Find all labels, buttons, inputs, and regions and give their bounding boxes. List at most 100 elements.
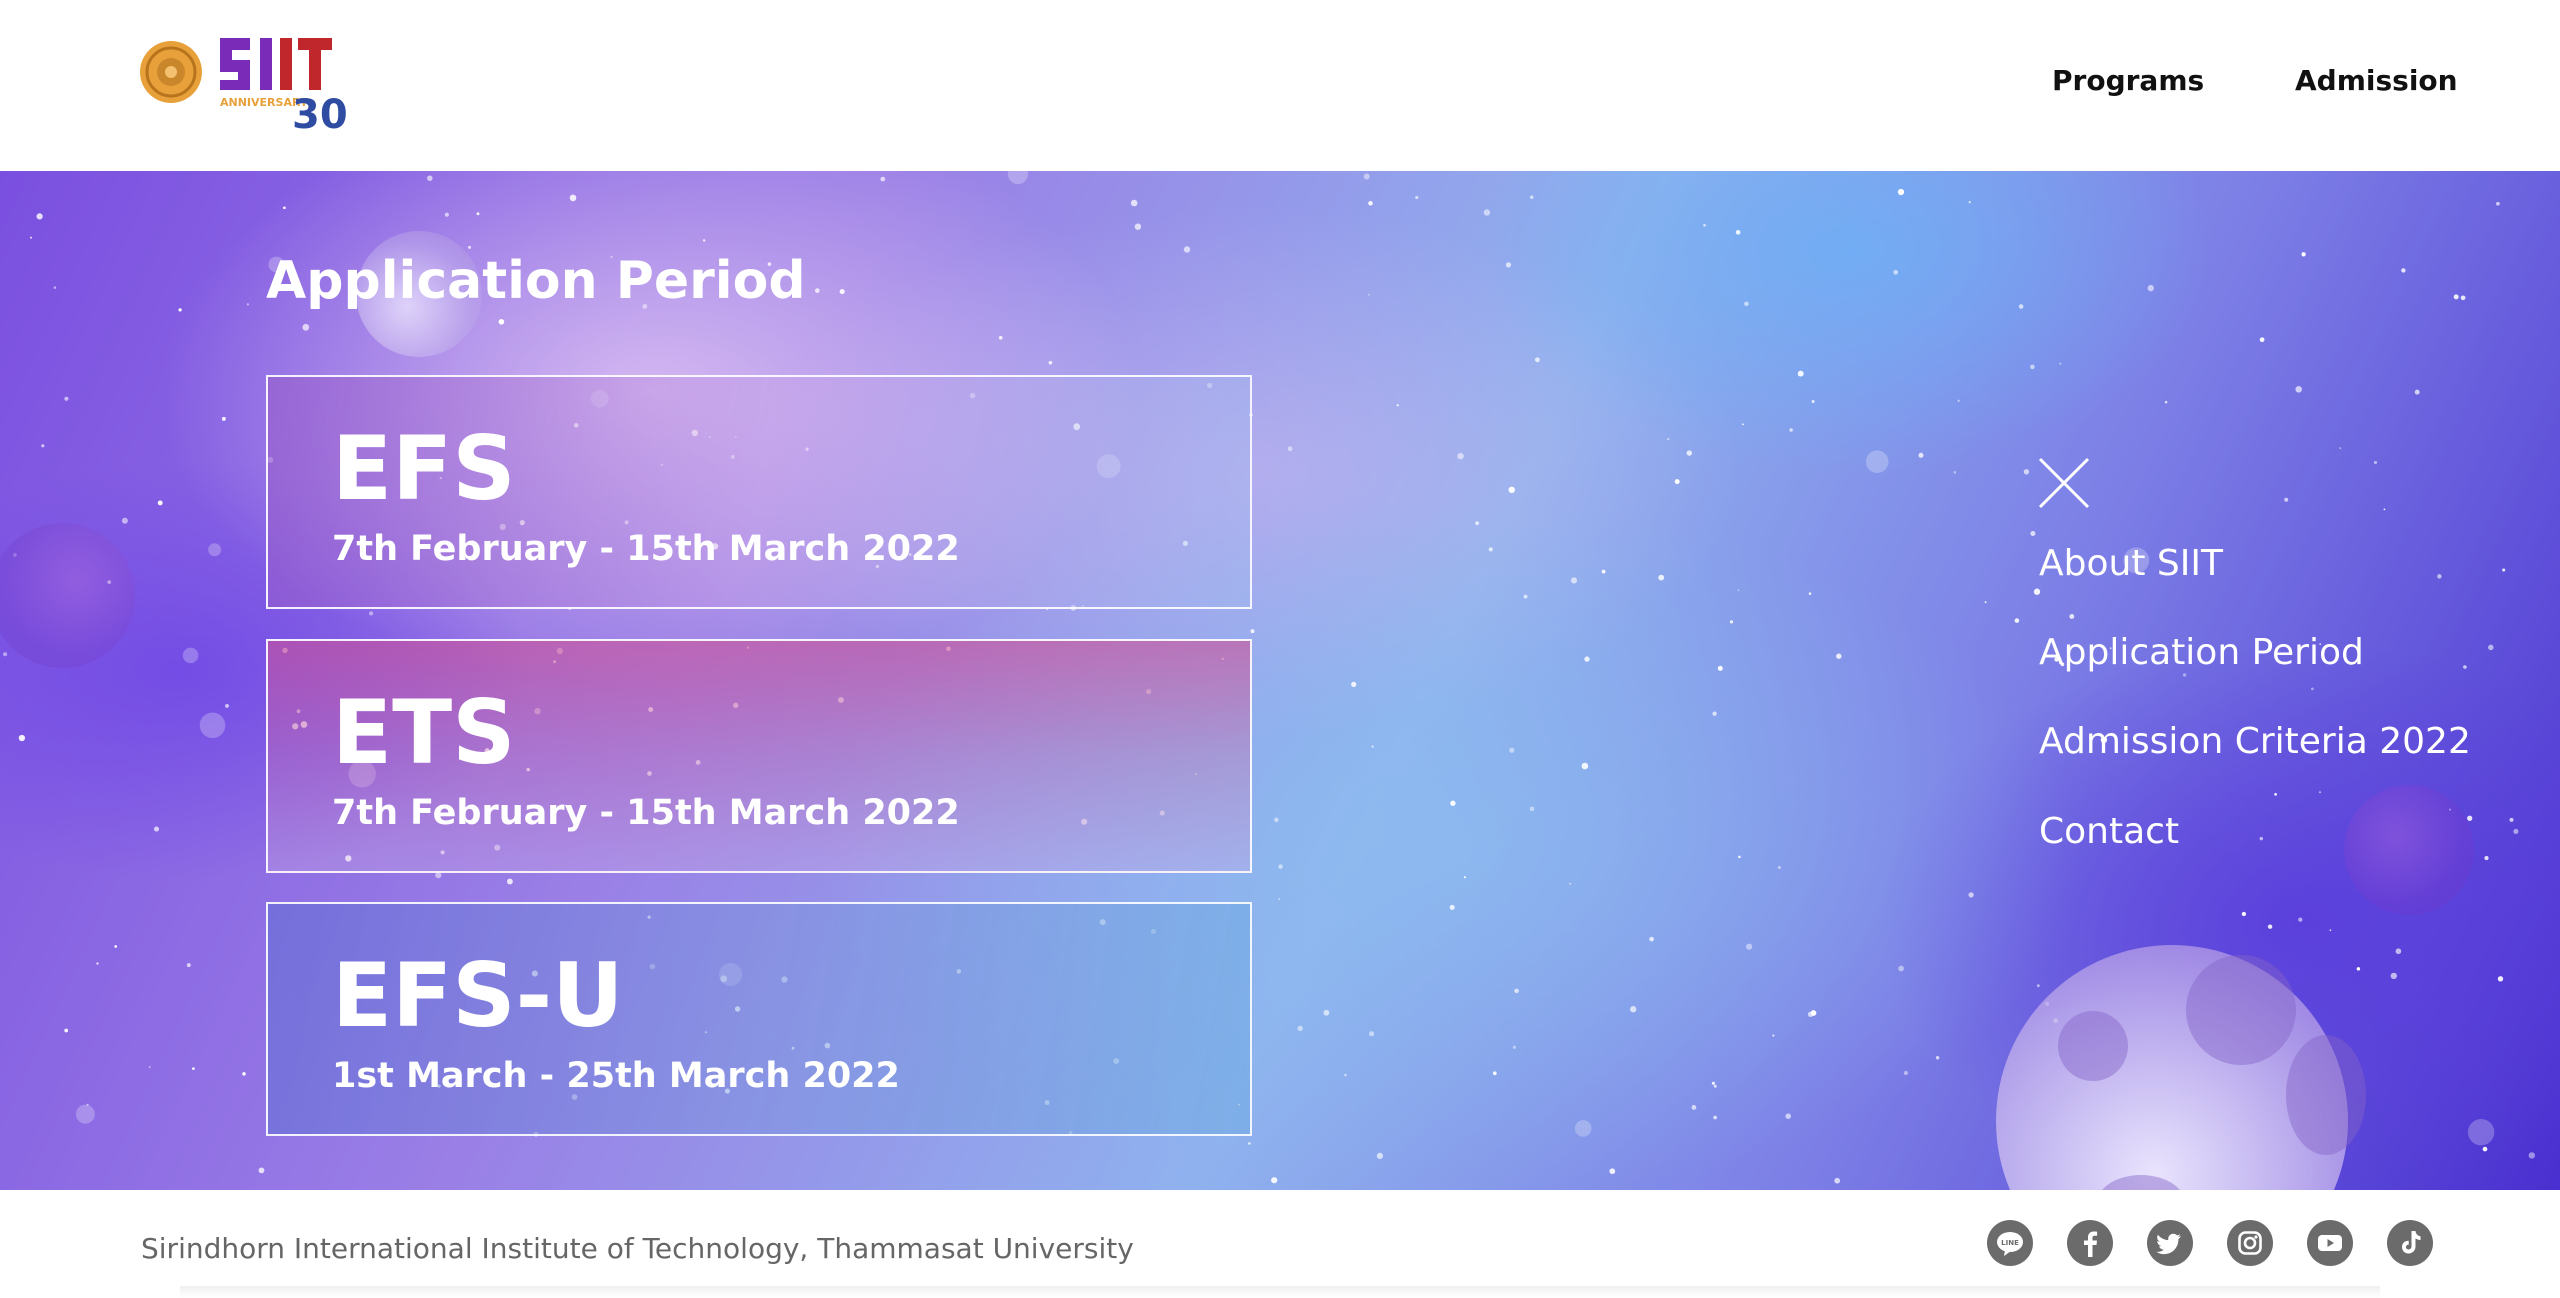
- star-dot: [1609, 1168, 1616, 1175]
- star-dot: [2319, 791, 2321, 793]
- star-dot: [1898, 965, 1904, 972]
- star-glow: [1007, 171, 1029, 185]
- star-dot: [427, 175, 433, 181]
- star-dot: [2259, 836, 2264, 841]
- menu-item-admission-criteria[interactable]: Admission Criteria 2022: [2039, 721, 2471, 762]
- star-dot: [18, 734, 26, 742]
- star-dot: [2509, 817, 2514, 822]
- star-dot: [53, 286, 57, 289]
- star-dot: [2274, 793, 2277, 796]
- siit-anniversary-logo[interactable]: ANNIVERSARY 30: [218, 34, 368, 130]
- facebook-icon[interactable]: [2067, 1220, 2113, 1266]
- star-dot: [1836, 653, 1842, 659]
- star-dot: [1729, 620, 1734, 624]
- twitter-icon[interactable]: [2147, 1220, 2193, 1266]
- menu-item-contact[interactable]: Contact: [2039, 811, 2179, 852]
- star-dot: [64, 396, 69, 401]
- star-dot: [1514, 988, 1519, 994]
- star-dot: [3, 652, 8, 657]
- star-dot: [2414, 389, 2420, 395]
- star-dot: [2311, 687, 2314, 691]
- star-dot: [1415, 195, 1419, 200]
- star-dot: [1048, 360, 1053, 365]
- star-dot: [246, 303, 250, 306]
- line-icon[interactable]: LINE: [1987, 1220, 2033, 1266]
- star-dot: [1810, 1010, 1817, 1016]
- footer-shadow: [180, 1286, 2380, 1298]
- star-dot: [2018, 304, 2024, 309]
- star-dot: [2401, 268, 2406, 273]
- star-dot: [1797, 370, 1804, 377]
- star-dot: [1274, 817, 1279, 823]
- star-dot: [1935, 1056, 1940, 1060]
- star-dot: [1271, 1177, 1278, 1184]
- star-dot: [1371, 745, 1374, 748]
- star-glow: [75, 1104, 95, 1124]
- star-dot: [1785, 1113, 1791, 1119]
- star-dot: [2329, 929, 2332, 932]
- line-icon-label: LINE: [2001, 1239, 2019, 1247]
- star-dot: [1584, 656, 1590, 662]
- star-dot: [2023, 469, 2030, 475]
- star-dot: [2513, 828, 2519, 834]
- menu-item-application-period[interactable]: Application Period: [2039, 632, 2364, 673]
- star-dot: [1811, 399, 1815, 404]
- program-card-efs[interactable]: EFS 7th February - 15th March 2022: [266, 375, 1252, 609]
- star-dot: [1741, 423, 1744, 426]
- star-dot: [2482, 1146, 2488, 1152]
- star-dot: [1323, 1009, 1330, 1016]
- star-dot: [1808, 592, 1812, 595]
- instagram-icon[interactable]: [2227, 1220, 2273, 1266]
- tiktok-icon[interactable]: [2387, 1220, 2433, 1266]
- star-dot: [2463, 665, 2467, 669]
- star-dot: [1449, 904, 1455, 910]
- star-dot: [2356, 967, 2361, 971]
- menu-item-about-siit[interactable]: About SIIT: [2039, 543, 2223, 584]
- star-dot: [1351, 681, 1357, 688]
- star-dot: [121, 517, 128, 524]
- star-dot: [1713, 1115, 1717, 1120]
- star-dot: [2259, 337, 2265, 343]
- star-dot: [1278, 898, 1281, 900]
- program-dates: 7th February - 15th March 2022: [332, 529, 960, 569]
- close-menu-icon[interactable]: [2038, 457, 2090, 509]
- star-dot: [2069, 614, 2075, 619]
- star-dot: [476, 212, 480, 216]
- program-card-efs-u[interactable]: EFS-U 1st March - 25th March 2022: [266, 902, 1252, 1136]
- university-seal-logo[interactable]: [139, 40, 203, 104]
- star-dot: [1530, 195, 1534, 199]
- youtube-icon[interactable]: [2307, 1220, 2353, 1266]
- star-dot: [2453, 294, 2459, 300]
- star-dot: [1691, 1105, 1697, 1110]
- star-dot: [2467, 815, 2473, 821]
- nav-programs[interactable]: Programs: [2052, 64, 2204, 97]
- site-footer: Sirindhorn International Institute of Te…: [0, 1190, 2560, 1298]
- star-glow: [199, 712, 226, 739]
- hero-section: Application Period EFS 7th February - 15…: [0, 171, 2560, 1190]
- star-dot: [283, 206, 286, 210]
- star-dot: [435, 872, 442, 879]
- star-dot: [2437, 574, 2442, 579]
- star-dot: [36, 213, 43, 220]
- program-card-ets[interactable]: ETS 7th February - 15th March 2022: [266, 639, 1252, 873]
- star-dot: [998, 335, 1003, 340]
- program-dates: 1st March - 25th March 2022: [332, 1056, 900, 1096]
- star-dot: [1569, 882, 1571, 885]
- star-dot: [178, 308, 182, 312]
- star-dot: [1278, 864, 1283, 869]
- star-dot: [2298, 917, 2303, 922]
- star-dot: [1957, 399, 1960, 402]
- star-dot: [2241, 911, 2247, 917]
- star-dot: [1745, 943, 1753, 950]
- star-dot: [1649, 936, 1654, 942]
- star-dot: [1248, 1142, 1251, 1145]
- star-dot: [221, 416, 226, 421]
- application-period-title: Application Period: [266, 251, 806, 311]
- star-dot: [1834, 1177, 1841, 1184]
- star-dot: [153, 826, 160, 832]
- nav-admission[interactable]: Admission: [2295, 64, 2458, 97]
- star-glow: [182, 647, 199, 664]
- star-dot: [1737, 589, 1740, 592]
- star-dot: [1457, 452, 1464, 460]
- star-glow: [208, 543, 222, 557]
